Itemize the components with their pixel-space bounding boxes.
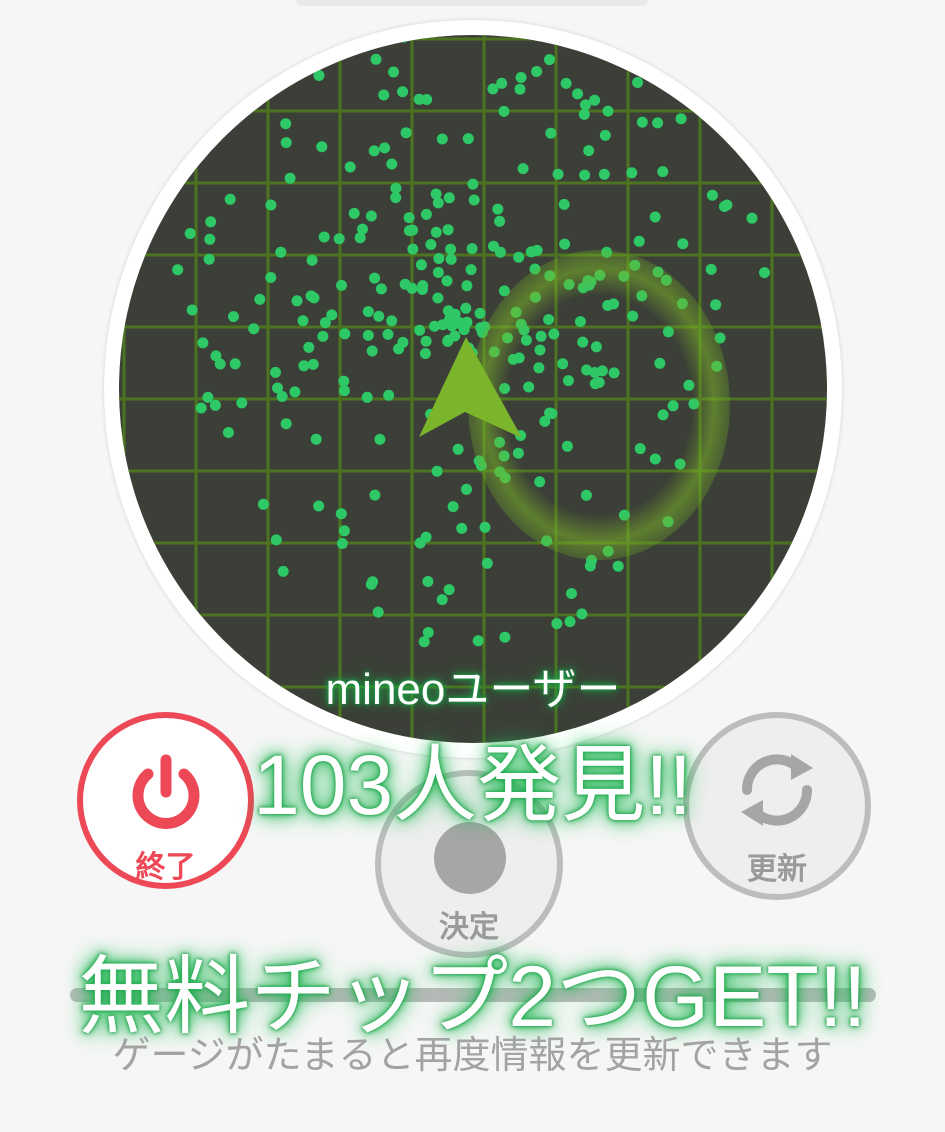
gauge-hint-text: ゲージがたまると再度情報を更新できます <box>112 1033 833 1077</box>
radar-label: mineoユーザー <box>325 665 621 714</box>
navigation-arrow-icon <box>419 337 522 438</box>
radar-map: mineoユーザー <box>119 35 827 743</box>
refresh-button-label: 更新 <box>747 852 807 887</box>
top-drag-handle <box>296 0 648 6</box>
end-button-label: 終了 <box>135 850 196 885</box>
found-count-banner: 103人発見!! <box>253 738 692 832</box>
